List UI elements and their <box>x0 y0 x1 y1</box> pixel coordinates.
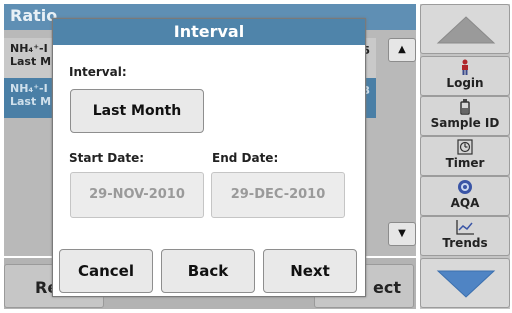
start-date-label: Start Date: <box>69 151 145 165</box>
interval-label: Interval: <box>69 65 127 79</box>
aqa-button[interactable]: AQA <box>420 176 510 216</box>
trends-button[interactable]: Trends <box>420 216 510 256</box>
page-down-button[interactable] <box>420 258 510 308</box>
scroll-up-button[interactable]: ▲ <box>388 38 416 62</box>
aqa-icon <box>421 177 509 195</box>
triangle-up-icon <box>436 16 496 44</box>
page-up-button[interactable] <box>420 4 510 54</box>
login-label: Login <box>446 76 484 90</box>
trends-label: Trends <box>442 236 488 250</box>
sample-id-label: Sample ID <box>430 116 500 130</box>
cancel-button[interactable]: Cancel <box>59 249 153 293</box>
next-button[interactable]: Next <box>263 249 357 293</box>
timer-button[interactable]: Timer <box>420 136 510 176</box>
bottle-icon <box>421 97 509 115</box>
timer-label: Timer <box>445 156 485 170</box>
trend-chart-icon <box>421 217 509 235</box>
aqa-label: AQA <box>450 196 480 210</box>
scroll-down-button[interactable]: ▼ <box>388 222 416 246</box>
end-date-label: End Date: <box>212 151 279 165</box>
interval-select-button[interactable]: Last Month <box>70 89 204 133</box>
login-button[interactable]: Login <box>420 56 510 96</box>
end-date-field: 29-DEC-2010 <box>211 172 345 218</box>
side-panel: Login Sample ID Timer AQA Trends <box>420 4 510 309</box>
start-date-field: 29-NOV-2010 <box>70 172 204 218</box>
triangle-down-icon <box>436 270 496 298</box>
sample-id-button[interactable]: Sample ID <box>420 96 510 136</box>
timer-icon <box>421 137 509 155</box>
back-button[interactable]: Back <box>161 249 255 293</box>
person-icon <box>421 57 509 75</box>
interval-dialog: Interval Interval: Last Month Start Date… <box>52 18 366 297</box>
dialog-title: Interval <box>53 19 365 45</box>
